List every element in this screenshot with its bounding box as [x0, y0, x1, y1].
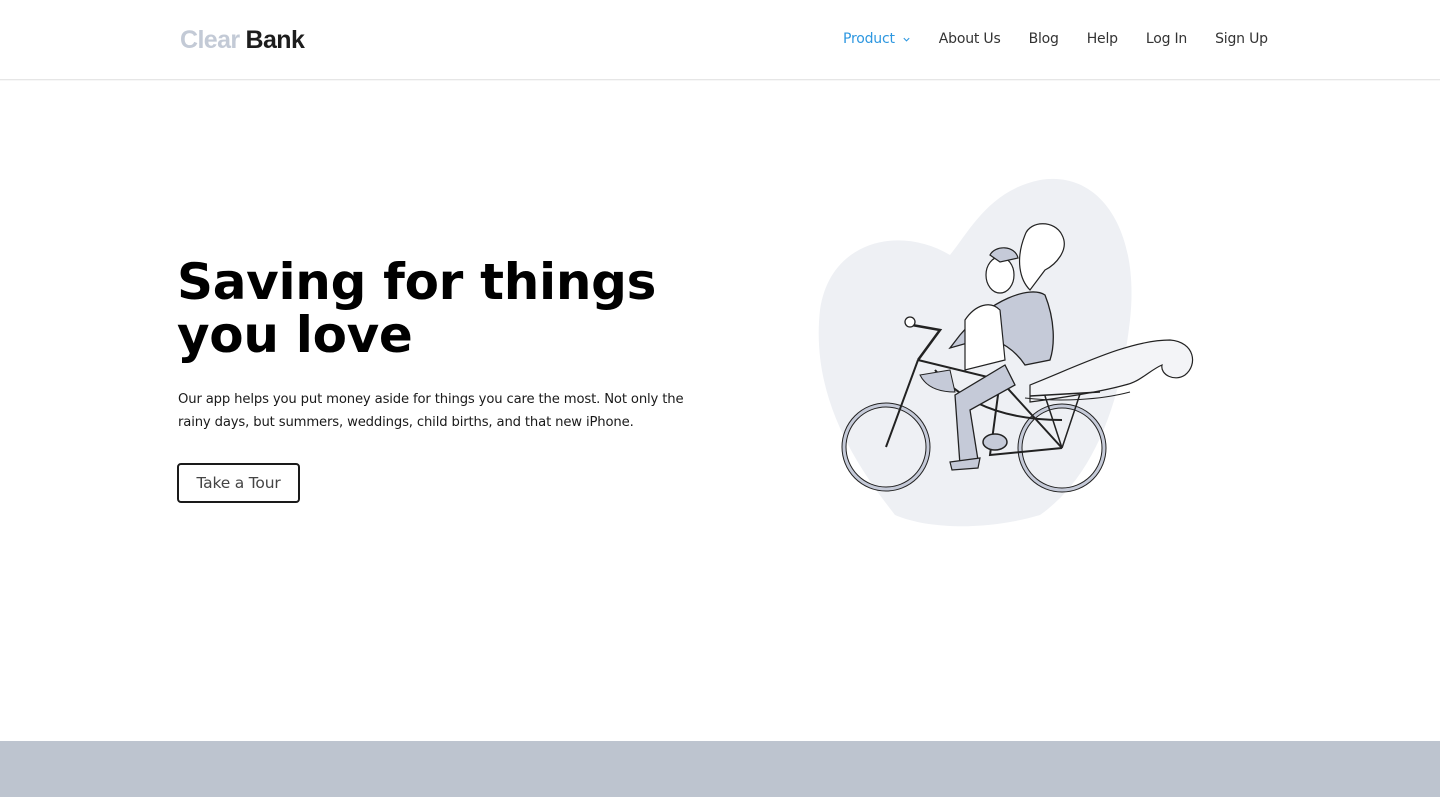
nav-item-blog[interactable]: Blog: [1029, 31, 1059, 47]
nav-item-product[interactable]: Product: [843, 31, 911, 47]
footer-band: [0, 741, 1440, 797]
nav-item-help[interactable]: Help: [1087, 31, 1118, 47]
chevron-down-icon: [903, 37, 910, 42]
hero-title: Saving for things you love: [177, 256, 737, 362]
nav-item-log-in[interactable]: Log In: [1146, 31, 1187, 47]
nav-item-about-us[interactable]: About Us: [939, 31, 1001, 47]
take-a-tour-button[interactable]: Take a Tour: [177, 463, 300, 503]
chain-ring: [982, 433, 1008, 451]
logo-bank: Bank: [245, 26, 305, 54]
hero-description-line-2: rainy days, but summers, weddings, child…: [178, 415, 634, 430]
logo-clear: Clear: [180, 26, 240, 54]
hero-description: Our app helps you put money aside for th…: [178, 388, 718, 434]
site-header: Clear Bank Product About Us Blog Help Log…: [0, 0, 1440, 80]
main-nav: Product About Us Blog Help Log In Sign U…: [843, 29, 1268, 49]
logo[interactable]: Clear Bank: [180, 25, 305, 55]
hero-title-line-2: you love: [177, 306, 413, 364]
couple-on-bicycle-illustration: [818, 178, 1194, 527]
rider-torso: [964, 304, 1006, 371]
nav-item-product-label: Product: [843, 31, 895, 47]
hero-title-line-1: Saving for things: [177, 253, 657, 311]
nav-item-sign-up[interactable]: Sign Up: [1215, 31, 1268, 47]
hero-description-line-1: Our app helps you put money aside for th…: [178, 392, 684, 407]
